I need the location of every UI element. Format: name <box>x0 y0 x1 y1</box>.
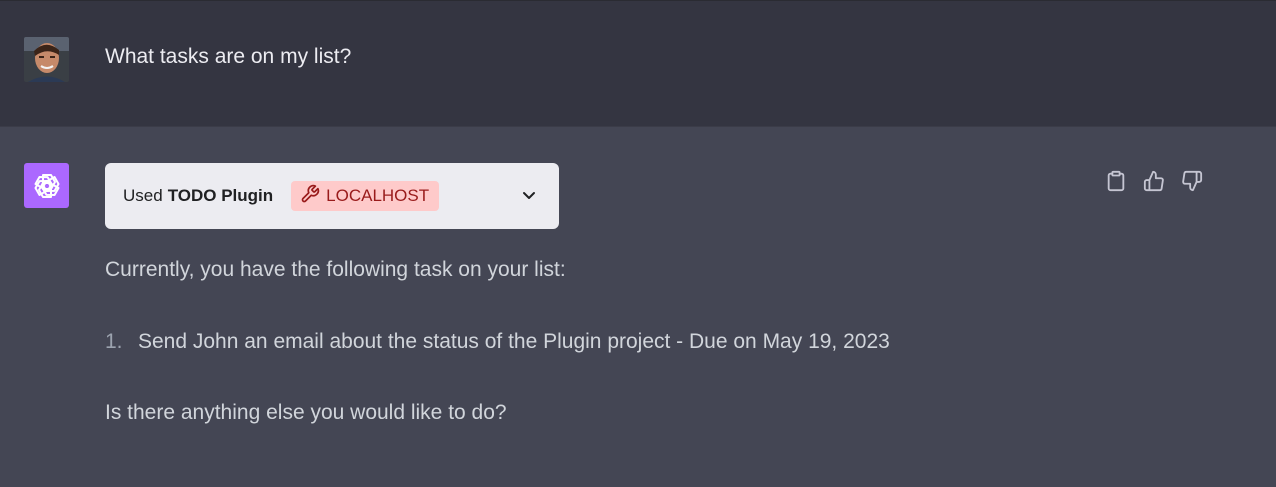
user-message-row: What tasks are on my list? <box>0 0 1276 127</box>
user-message-text: What tasks are on my list? <box>105 45 352 68</box>
task-text: Send John an email about the status of t… <box>138 330 890 353</box>
thumbs-up-icon[interactable] <box>1141 168 1167 194</box>
thumbs-down-icon[interactable] <box>1179 168 1205 194</box>
openai-logo-icon <box>24 163 69 208</box>
user-avatar <box>24 37 69 82</box>
localhost-badge: LOCALHOST <box>291 181 440 211</box>
plugin-usage-dropdown[interactable]: Used TODO Plugin LOCALHOST <box>105 163 559 229</box>
assistant-message-row: Used TODO Plugin LOCALHOST Currently, yo… <box>0 128 1276 487</box>
assistant-intro-text: Currently, you have the following task o… <box>105 258 566 281</box>
badge-label: LOCALHOST <box>326 186 430 205</box>
assistant-closing-text: Is there anything else you would like to… <box>105 401 507 424</box>
message-actions <box>1103 168 1205 194</box>
plugin-name: TODO Plugin <box>167 186 274 205</box>
wrench-icon <box>300 184 320 209</box>
chevron-down-icon[interactable] <box>519 185 539 205</box>
clipboard-icon[interactable] <box>1103 168 1129 194</box>
task-number: 1. <box>105 330 123 353</box>
plugin-used-label: Used <box>123 186 163 205</box>
